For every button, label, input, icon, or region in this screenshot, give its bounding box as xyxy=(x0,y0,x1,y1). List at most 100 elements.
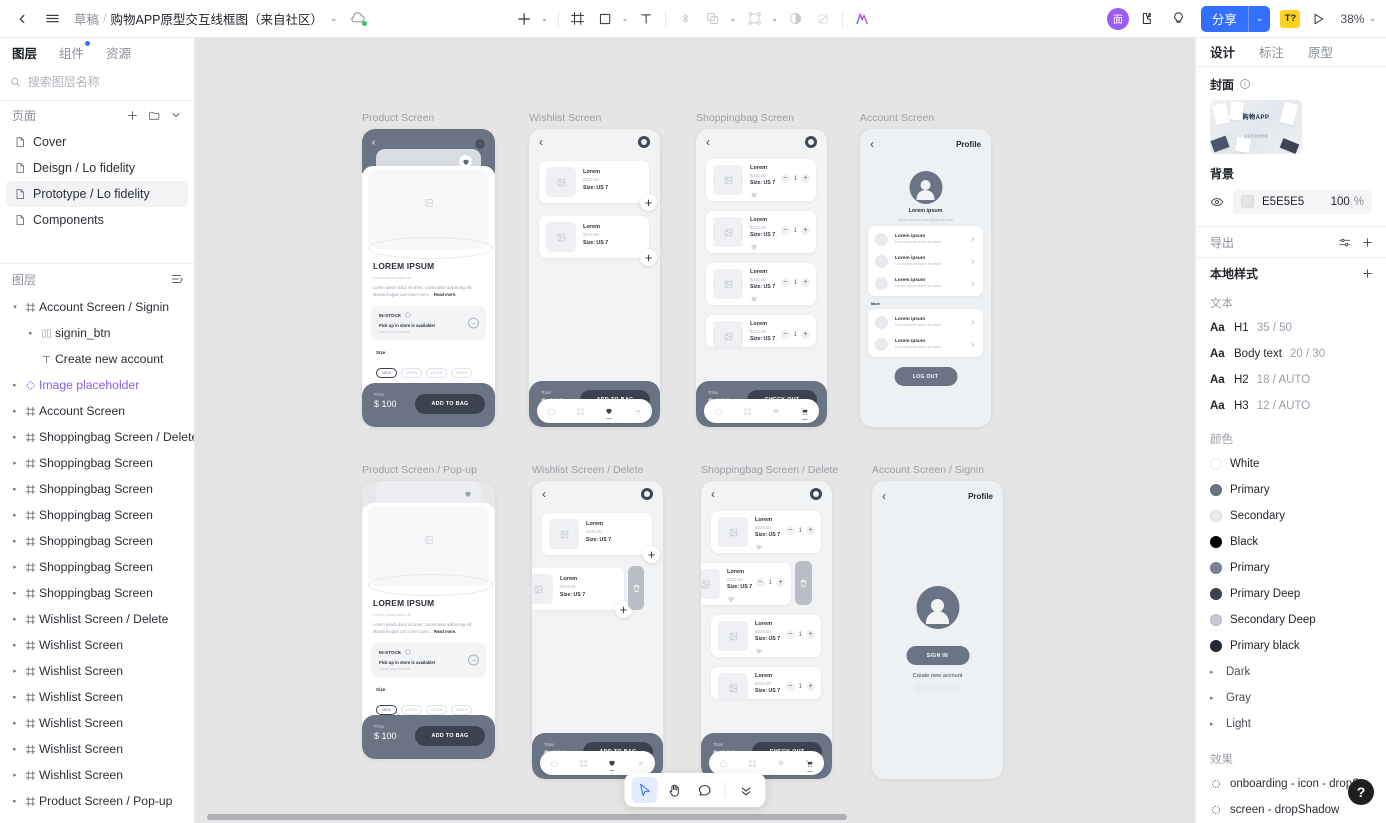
delete-swipe-action[interactable] xyxy=(795,561,812,605)
chevron-right-icon[interactable] xyxy=(969,280,976,287)
phone-frame[interactable]: ‹ Lorem $225.00 Size: US 7 + Lorem $225.… xyxy=(532,481,663,779)
color-swatch[interactable] xyxy=(1210,588,1222,600)
zoom-control[interactable]: 38% ⌄ xyxy=(1340,12,1376,26)
chevron-down-icon[interactable]: ⌄ xyxy=(767,14,782,23)
phone-frame[interactable]: ‹ Lorem $225.00 Size: US 7 + Lorem $225.… xyxy=(529,129,660,427)
read-more-link[interactable]: Read more. xyxy=(434,292,456,297)
size-option-0[interactable]: US 6 xyxy=(376,368,397,379)
decrease-quantity-button[interactable]: − xyxy=(785,526,795,535)
bag-item-row[interactable]: Lorem $225.00 Size: US 7 − 1 + xyxy=(706,315,816,347)
nav-heart-icon[interactable] xyxy=(772,407,780,415)
layer-row[interactable]: ▸ Image placeholder xyxy=(0,372,194,398)
increase-quantity-button[interactable]: + xyxy=(806,682,815,691)
layer-row[interactable]: ▸ Product Screen / Pop-up xyxy=(0,788,194,814)
size-option-1[interactable]: US 6.5 xyxy=(401,705,422,716)
increase-quantity-button[interactable]: + xyxy=(801,174,810,183)
plugin-icon[interactable] xyxy=(1133,5,1161,33)
translate-badge[interactable]: T? xyxy=(1280,9,1301,28)
artboard-label[interactable]: Account Screen / Signin xyxy=(872,464,1003,476)
tool-contrast[interactable] xyxy=(783,6,809,32)
decrease-quantity-button[interactable]: − xyxy=(780,174,790,183)
design-canvas[interactable]: Account Screen / Signin ‹ Profile SIGN I… xyxy=(195,38,1195,823)
size-option-1[interactable]: US 6.5 xyxy=(401,368,422,379)
artboard-product-screen[interactable]: Product Screen ‹ LOREM IPSUM Lorem ipsum… xyxy=(362,112,495,427)
add-to-bag-button[interactable]: ADD TO BAG xyxy=(415,394,485,414)
ai-icon[interactable] xyxy=(849,6,875,32)
comment-tool[interactable] xyxy=(692,777,718,803)
disclosure-arrow-icon[interactable]: ▸ xyxy=(1210,668,1218,676)
favorite-icon[interactable] xyxy=(755,543,763,551)
eye-icon[interactable] xyxy=(1210,195,1224,209)
add-page-icon[interactable] xyxy=(124,107,140,123)
boolean-union-icon[interactable] xyxy=(700,6,726,32)
avatar-icon[interactable] xyxy=(805,136,817,148)
avatar[interactable] xyxy=(475,139,485,149)
color-group-row-0[interactable]: ▸ Dark xyxy=(1196,659,1386,685)
log-out-button[interactable]: LOG OUT xyxy=(894,367,957,386)
layer-row[interactable]: ▸ Shoppingbag Screen xyxy=(0,476,194,502)
layer-row[interactable]: ▸ Wishlist Screen xyxy=(0,684,194,710)
disclosure-arrow-icon[interactable]: ▾ xyxy=(8,303,22,311)
add-to-bag-icon-button[interactable]: + xyxy=(640,194,657,211)
tool-shape[interactable]: ⌄ xyxy=(592,6,633,32)
left-tab-2[interactable]: 资源 xyxy=(106,43,131,62)
color-style-row-2[interactable]: Secondary xyxy=(1196,503,1386,529)
artboard-label[interactable]: Account Screen xyxy=(860,112,991,124)
decrease-quantity-button[interactable]: − xyxy=(755,578,765,587)
phone-frame[interactable]: ‹ Profile SIGN IN Create new account xyxy=(872,481,1003,779)
avatar-icon[interactable] xyxy=(641,488,653,500)
layer-row[interactable]: ▸ Wishlist Screen / Delete xyxy=(0,606,194,632)
artboard-label[interactable]: Product Screen / Pop-up xyxy=(362,464,495,476)
nav-cart-icon[interactable] xyxy=(633,407,642,416)
frame-icon[interactable] xyxy=(565,6,591,32)
bag-item-row[interactable]: Lorem $225.00 Size: US 7 − 1 + xyxy=(706,263,816,305)
increase-quantity-button[interactable]: + xyxy=(776,578,785,587)
help-button[interactable]: ? xyxy=(1348,779,1374,805)
size-option-0[interactable]: US 6 xyxy=(376,705,397,716)
disclosure-arrow-icon[interactable]: ▸ xyxy=(24,329,38,337)
artboard-product-screen-popup[interactable]: Product Screen / Pop-up LOREM IPSUM Lore… xyxy=(362,464,495,759)
mask-icon[interactable] xyxy=(741,6,767,32)
quantity-stepper[interactable]: − 1 + xyxy=(785,526,815,535)
size-option-3[interactable]: US 6.5 xyxy=(451,368,472,379)
lightbulb-icon[interactable] xyxy=(1165,5,1193,33)
favorite-icon[interactable] xyxy=(755,647,763,655)
text-style-row-3[interactable]: Aa H3 12 / AUTO xyxy=(1196,393,1386,419)
artboard-shoppingbag-screen-delete[interactable]: Shoppingbag Screen / Delete ‹ Lorem $225… xyxy=(701,464,838,779)
right-tab-1[interactable]: 标注 xyxy=(1259,42,1284,61)
disclosure-arrow-icon[interactable]: ▸ xyxy=(8,641,22,649)
disclosure-arrow-icon[interactable]: ▸ xyxy=(8,745,22,753)
disclosure-arrow-icon[interactable]: ▸ xyxy=(8,511,22,519)
disclosure-arrow-icon[interactable]: ▸ xyxy=(8,459,22,467)
wishlist-item-row[interactable]: Lorem $225.00 Size: US 7 + xyxy=(542,513,660,563)
disclosure-arrow-icon[interactable]: ▸ xyxy=(8,589,22,597)
layer-row[interactable]: ▸ Shoppingbag Screen xyxy=(0,528,194,554)
heart-icon[interactable] xyxy=(464,490,472,498)
sign-in-button[interactable]: SIGN IN xyxy=(906,646,969,665)
disclosure-arrow-icon[interactable]: ▸ xyxy=(8,485,22,493)
chevron-right-icon[interactable] xyxy=(969,319,976,326)
breadcrumb-root[interactable]: 草稿 xyxy=(74,9,99,28)
slice-icon[interactable] xyxy=(810,6,836,32)
layer-row[interactable]: ▸Create new account xyxy=(0,346,194,372)
back-icon[interactable]: ‹ xyxy=(372,138,375,148)
account-menu-item[interactable]: Lorem ipsum Lorem ipsum dolor sit amet. xyxy=(868,228,983,250)
color-swatch[interactable] xyxy=(1210,614,1222,626)
layer-row[interactable]: ▸ Shoppingbag Screen xyxy=(0,580,194,606)
layer-row[interactable]: ▸ Shoppingbag Screen xyxy=(0,450,194,476)
disclosure-arrow-icon[interactable]: ▸ xyxy=(8,771,22,779)
stock-action-button[interactable]: → xyxy=(468,654,479,666)
disclosure-arrow-icon[interactable]: ▸ xyxy=(8,407,22,415)
add-style-icon[interactable] xyxy=(1361,267,1374,280)
right-tab-2[interactable]: 原型 xyxy=(1308,42,1333,61)
account-menu-item[interactable]: Lorem ipsum Lorem ipsum dolor sit amet. xyxy=(868,272,983,294)
disclosure-arrow-icon[interactable]: ▸ xyxy=(8,667,22,675)
artboard-label[interactable]: Product Screen xyxy=(362,112,495,124)
bag-item-row[interactable]: Lorem $225.00 Size: US 7 − 1 + xyxy=(701,563,791,605)
artboard-label[interactable]: Shoppingbag Screen / Delete xyxy=(701,464,838,476)
left-tab-0[interactable]: 图层 xyxy=(12,43,37,62)
avatar[interactable]: 面 xyxy=(1106,7,1129,30)
chevron-down-icon[interactable]: ⌄ xyxy=(537,14,552,23)
color-swatch[interactable] xyxy=(1210,640,1222,652)
chevron-down-icon[interactable]: ⌄ xyxy=(618,14,633,23)
